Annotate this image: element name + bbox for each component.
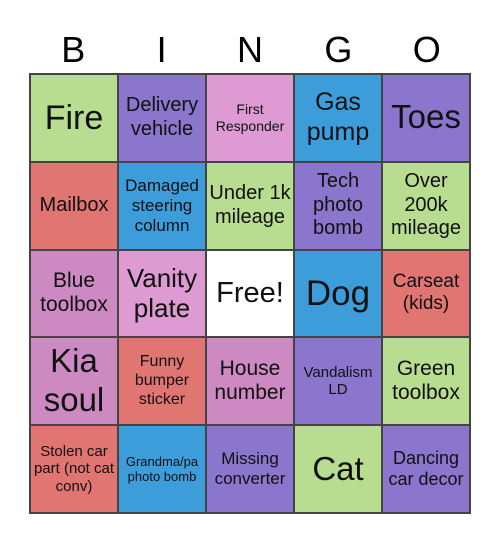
cell-label: Toes <box>391 98 461 136</box>
cell-label: First Responder <box>215 101 285 134</box>
cell-label: Mailbox <box>39 193 109 216</box>
header-letter: O <box>412 29 441 70</box>
cell-label: Tech photo bomb <box>312 170 364 240</box>
cell-label: Under 1k mileage <box>209 182 291 228</box>
bingo-cell[interactable]: First Responder <box>206 74 294 162</box>
bingo-cell[interactable]: Green toolbox <box>382 337 470 426</box>
cell-label: Dancing car decor <box>388 447 464 490</box>
bingo-header: BINGO <box>29 28 471 72</box>
cell-label: Stolen car part (not cat conv) <box>33 442 115 495</box>
cell-label: House number <box>214 356 286 405</box>
bingo-cell[interactable]: Gas pump <box>294 74 382 162</box>
bingo-cell[interactable]: Toes <box>382 74 470 162</box>
bingo-cell[interactable]: Funny bumper sticker <box>118 337 206 426</box>
bingo-cell[interactable]: Delivery vehicle <box>118 74 206 162</box>
bingo-cell[interactable]: Free! <box>206 249 294 338</box>
bingo-cell[interactable]: Damaged steering column <box>118 161 206 250</box>
cell-label: Kia soul <box>43 342 105 419</box>
bingo-cell[interactable]: Tech photo bomb <box>294 161 382 250</box>
bingo-cell[interactable]: Blue toolbox <box>30 249 118 338</box>
header-letter: N <box>236 29 263 70</box>
cell-label: Dog <box>305 273 371 313</box>
bingo-cell[interactable]: Fire <box>30 74 118 162</box>
cell-label: Blue toolbox <box>40 268 108 317</box>
cell-label: Delivery vehicle <box>125 94 199 140</box>
header-letter: I <box>156 29 167 70</box>
cell-label: Cat <box>312 449 364 487</box>
bingo-cell[interactable]: Cat <box>294 425 382 513</box>
cell-label: Free! <box>216 277 284 310</box>
bingo-cell[interactable]: Dog <box>294 249 382 338</box>
cell-label: Green toolbox <box>392 356 460 405</box>
bingo-cell[interactable]: Stolen car part (not cat conv) <box>30 425 118 513</box>
cell-label: Over 200k mileage <box>390 170 462 240</box>
cell-label: Grandma/pa photo bomb <box>125 453 199 485</box>
bingo-cell[interactable]: Over 200k mileage <box>382 161 470 250</box>
header-letter: B <box>61 29 86 70</box>
bingo-cell[interactable]: Mailbox <box>30 161 118 250</box>
cell-label: Missing converter <box>214 449 286 489</box>
header-letter: G <box>324 29 353 70</box>
cell-label: Carseat (kids) <box>392 271 460 315</box>
bingo-cell[interactable]: Vanity plate <box>118 249 206 338</box>
cell-label: Fire <box>44 98 104 137</box>
bingo-cell[interactable]: Under 1k mileage <box>206 161 294 250</box>
bingo-cell[interactable]: Grandma/pa photo bomb <box>118 425 206 513</box>
cell-label: Gas pump <box>306 88 370 146</box>
cell-label: Funny bumper sticker <box>134 352 190 408</box>
bingo-cell[interactable]: Carseat (kids) <box>382 249 470 338</box>
bingo-cell[interactable]: Kia soul <box>30 337 118 426</box>
bingo-cell[interactable]: Dancing car decor <box>382 425 470 513</box>
bingo-cell[interactable]: Missing converter <box>206 425 294 513</box>
cell-label: Vandalism LD <box>303 363 373 399</box>
bingo-card: Fire Delivery vehicle First Responder Gas p… <box>29 73 471 514</box>
cell-label: Vanity plate <box>126 262 198 324</box>
bingo-cell[interactable]: House number <box>206 337 294 426</box>
bingo-cell[interactable]: Vandalism LD <box>294 337 382 426</box>
cell-label: Damaged steering column <box>125 175 199 235</box>
